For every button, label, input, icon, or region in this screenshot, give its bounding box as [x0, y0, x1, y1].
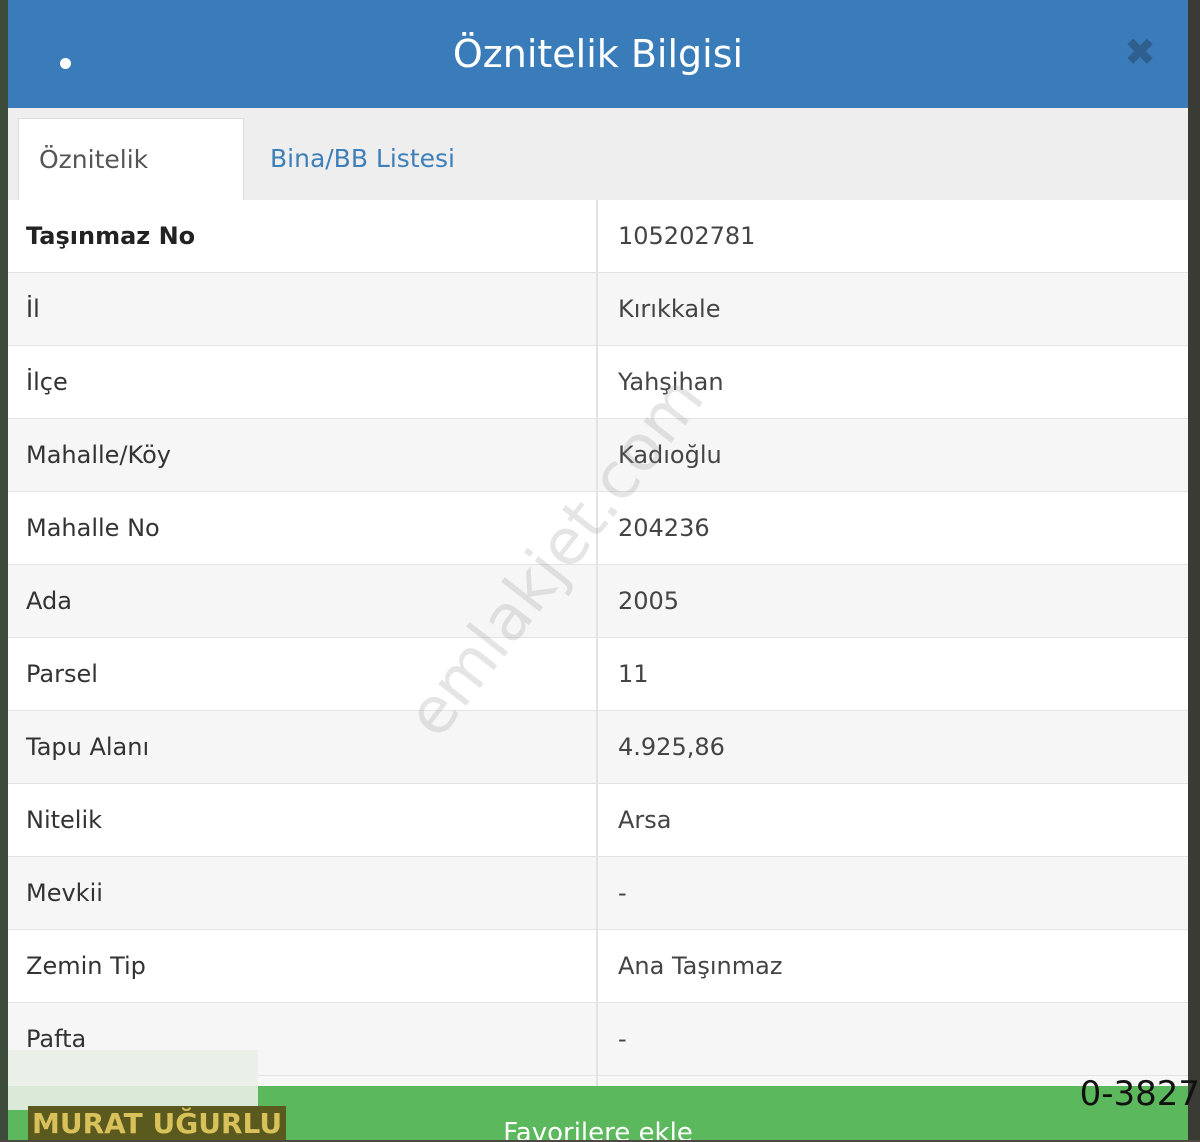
dialog-header: Öznitelik Bilgisi ✖: [8, 0, 1188, 108]
row-label: Tapu Alanı: [26, 733, 150, 761]
row-label: İl: [26, 295, 40, 323]
row-value: 11: [618, 660, 649, 688]
row-label: Ada: [26, 587, 72, 615]
table-row: İlçe Yahşihan: [8, 346, 1188, 419]
row-value: 204236: [618, 514, 710, 542]
attribute-dialog: Öznitelik Bilgisi ✖ Öznitelik Bilgisi Bi…: [8, 0, 1188, 1140]
column-divider: [596, 200, 598, 1090]
blurred-overlay: [8, 1050, 258, 1110]
table-row: Parsel 11: [8, 638, 1188, 711]
row-label: Taşınmaz No: [26, 222, 196, 250]
table-row: Mahalle/Köy Kadıoğlu: [8, 419, 1188, 492]
row-label: Parsel: [26, 660, 98, 688]
row-label: Nitelik: [26, 806, 103, 834]
table-row: Mevkii -: [8, 857, 1188, 930]
agent-name-tag: MURAT UĞURLU: [28, 1106, 287, 1140]
row-value: 4.925,86: [618, 733, 725, 761]
row-label: İlçe: [26, 368, 68, 396]
table-row: Ada 2005: [8, 565, 1188, 638]
tab-building-list[interactable]: Bina/BB Listesi: [250, 118, 475, 200]
row-value: -: [618, 879, 627, 907]
table-row: Zemin Tip Ana Taşınmaz: [8, 930, 1188, 1003]
tab-bar: Öznitelik Bilgisi Bina/BB Listesi: [8, 108, 1188, 256]
row-value: 2005: [618, 587, 680, 615]
row-value: Yahşihan: [618, 368, 724, 396]
dialog-title: Öznitelik Bilgisi: [452, 32, 744, 76]
table-row: Tapu Alanı 4.925,86: [8, 711, 1188, 784]
row-label: Mahalle No: [26, 514, 160, 542]
row-value: Kadıoğlu: [618, 441, 722, 469]
tab-attribute-info[interactable]: Öznitelik Bilgisi: [18, 118, 244, 256]
row-value: 105202781: [618, 222, 756, 250]
row-value: Arsa: [618, 806, 672, 834]
background-right: [1188, 0, 1200, 1140]
close-icon[interactable]: ✖: [1120, 32, 1160, 72]
row-value: -: [618, 1025, 627, 1053]
phone-fragment: 0-3827: [1079, 1074, 1200, 1114]
row-value: Kırıkkale: [618, 295, 721, 323]
table-row: Mahalle No 204236: [8, 492, 1188, 565]
row-label: Mahalle/Köy: [26, 441, 171, 469]
table-row: Taşınmaz No 105202781: [8, 200, 1188, 273]
background-left: [0, 0, 8, 1140]
row-label: Zemin Tip: [26, 952, 146, 980]
row-label: Mevkii: [26, 879, 103, 907]
table-row: İl Kırıkkale: [8, 273, 1188, 346]
table-row: Nitelik Arsa: [8, 784, 1188, 857]
attribute-table: Taşınmaz No 105202781 İl Kırıkkale İlçe …: [8, 200, 1188, 1076]
row-value: Ana Taşınmaz: [618, 952, 783, 980]
